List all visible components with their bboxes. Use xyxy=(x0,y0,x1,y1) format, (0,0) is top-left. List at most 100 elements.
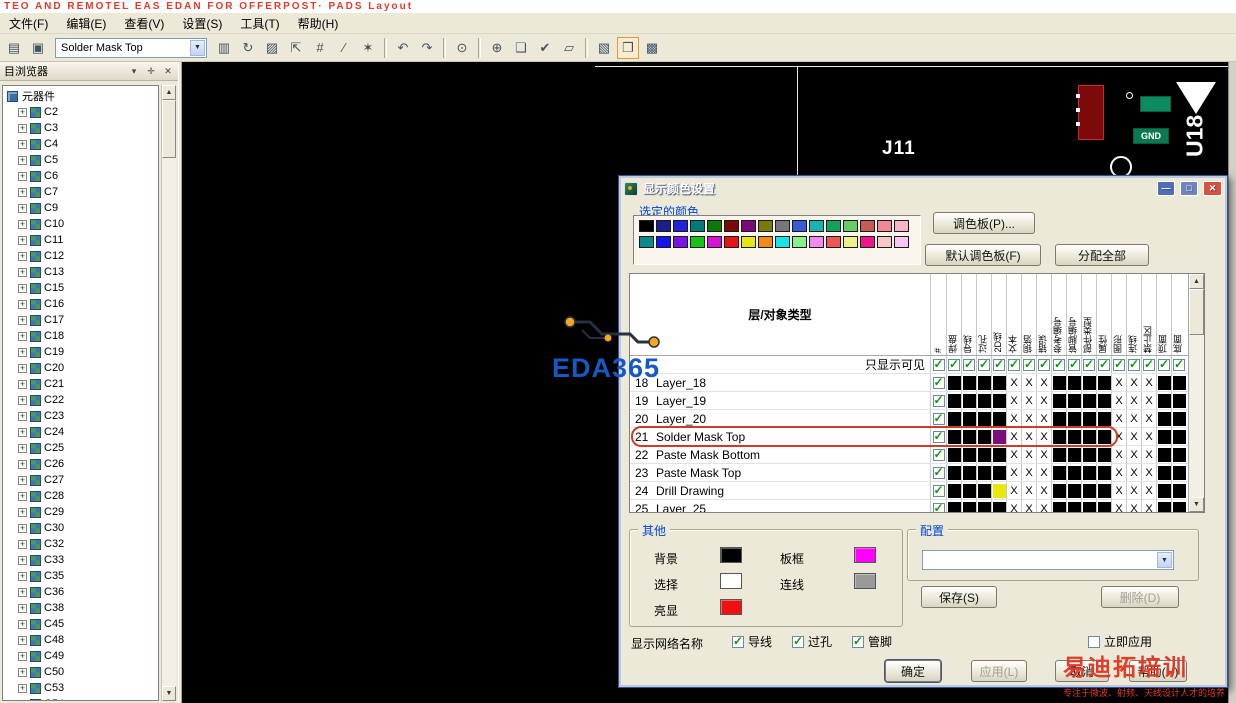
expand-icon[interactable]: + xyxy=(18,187,27,197)
palette-swatch[interactable] xyxy=(673,220,688,232)
tree-item[interactable]: + C53 xyxy=(3,680,158,696)
layer-color-cell[interactable]: X xyxy=(1006,464,1021,481)
layer-color-cell[interactable] xyxy=(1051,464,1066,481)
tree-item[interactable]: + C45 xyxy=(3,616,158,632)
layer-visibility-checkbox[interactable] xyxy=(932,375,945,389)
palette-swatch[interactable] xyxy=(690,220,705,232)
layer-color-cell[interactable] xyxy=(1096,446,1111,463)
chevron-down-icon[interactable]: ▾ xyxy=(128,66,140,77)
layer-color-cell[interactable]: X xyxy=(1126,446,1141,463)
palette-swatch[interactable] xyxy=(775,220,790,232)
visibility-checkbox[interactable] xyxy=(1098,357,1110,371)
minimize-button[interactable]: — xyxy=(1157,181,1175,196)
layer-color-cell[interactable] xyxy=(1171,482,1186,499)
tree-root-components[interactable]: 元器件 xyxy=(3,88,158,104)
net-vias-checkbox[interactable]: 过孔 xyxy=(792,633,832,650)
layer-color-cell[interactable] xyxy=(1081,500,1096,512)
menu-item[interactable]: 设置(S) xyxy=(173,13,231,34)
close-button[interactable]: ✕ xyxy=(1203,181,1222,196)
expand-icon[interactable]: + xyxy=(18,539,27,549)
palette-swatch[interactable] xyxy=(724,220,739,232)
expand-icon[interactable]: + xyxy=(18,571,27,581)
palette-swatch[interactable] xyxy=(758,220,773,232)
expand-icon[interactable]: + xyxy=(18,603,27,613)
layer-visibility-checkbox[interactable] xyxy=(932,393,945,407)
window-icon[interactable]: ▩ xyxy=(641,37,663,59)
new-file-icon[interactable]: ▤ xyxy=(3,37,25,59)
tree-item[interactable]: + C3 xyxy=(3,120,158,136)
expand-icon[interactable]: + xyxy=(18,507,27,517)
layer-color-cell[interactable] xyxy=(1156,464,1171,481)
visibility-checkbox[interactable] xyxy=(932,357,945,371)
zoom-area-icon[interactable]: ⊕ xyxy=(486,37,508,59)
layer-color-cell[interactable] xyxy=(976,392,991,409)
layer-color-cell[interactable] xyxy=(976,410,991,427)
tree-item[interactable]: + C30 xyxy=(3,520,158,536)
redo-icon[interactable]: ↷ xyxy=(416,37,438,59)
help-button[interactable]: 帮助(H) xyxy=(1129,660,1187,682)
expand-icon[interactable]: + xyxy=(18,395,27,405)
table-scrollbar[interactable]: ▲ ▼ xyxy=(1188,274,1204,512)
layer-color-cell[interactable]: X xyxy=(1111,410,1126,427)
layer-color-cell[interactable]: X xyxy=(1111,392,1126,409)
tree-item[interactable]: + C24 xyxy=(3,424,158,440)
tree-item[interactable]: + C35 xyxy=(3,568,158,584)
burst-icon[interactable]: ✶ xyxy=(357,37,379,59)
expand-icon[interactable]: + xyxy=(18,459,27,469)
visibility-checkbox[interactable] xyxy=(1083,357,1095,371)
layer-color-cell[interactable] xyxy=(1096,464,1111,481)
layer-color-cell[interactable] xyxy=(946,464,961,481)
expand-icon[interactable]: + xyxy=(18,299,27,309)
layer-color-cell[interactable]: X xyxy=(1036,464,1051,481)
layer-color-cell[interactable] xyxy=(1066,482,1081,499)
layer-color-cell[interactable] xyxy=(1156,392,1171,409)
net-pins-checkbox[interactable]: 管脚 xyxy=(852,633,892,650)
combobox-dropdown-icon[interactable]: ▼ xyxy=(190,39,205,56)
board-icon[interactable]: ▥ xyxy=(213,37,235,59)
tree-item[interactable]: + C6 xyxy=(3,168,158,184)
palette-swatch[interactable] xyxy=(690,236,705,248)
layer-color-cell[interactable] xyxy=(991,392,1006,409)
tree-item[interactable]: + C38 xyxy=(3,600,158,616)
tree-item[interactable]: + C7 xyxy=(3,184,158,200)
layer-color-cell[interactable]: X xyxy=(1021,482,1036,499)
tree-item[interactable]: + C27 xyxy=(3,472,158,488)
layer-color-cell[interactable] xyxy=(1156,446,1171,463)
layer-color-cell[interactable]: X xyxy=(1006,428,1021,445)
palette-swatch[interactable] xyxy=(877,236,892,248)
layer-color-cell[interactable]: X xyxy=(1126,482,1141,499)
layer-color-cell[interactable] xyxy=(1096,374,1111,391)
component-red[interactable] xyxy=(1076,85,1104,140)
layer-color-cell[interactable]: X xyxy=(1036,446,1051,463)
tree-item[interactable]: + C12 xyxy=(3,248,158,264)
expand-icon[interactable]: + xyxy=(18,683,27,693)
dimension-icon[interactable]: ⇱ xyxy=(285,37,307,59)
layer-color-cell[interactable] xyxy=(1081,446,1096,463)
layer-color-cell[interactable] xyxy=(1051,392,1066,409)
layer-color-cell[interactable] xyxy=(1066,392,1081,409)
board-outline-color-swatch[interactable] xyxy=(854,547,876,563)
palette-swatch[interactable] xyxy=(758,236,773,248)
layer-color-cell[interactable] xyxy=(1096,428,1111,445)
layer-color-cell[interactable]: X xyxy=(1021,374,1036,391)
palette-swatch[interactable] xyxy=(792,236,807,248)
layer-color-cell[interactable] xyxy=(1171,374,1186,391)
expand-icon[interactable]: + xyxy=(18,635,27,645)
tree-item[interactable]: + C36 xyxy=(3,584,158,600)
visibility-checkbox[interactable] xyxy=(1053,357,1065,371)
net-traces-checkbox[interactable]: 导线 xyxy=(732,633,772,650)
visibility-checkbox[interactable] xyxy=(1023,357,1035,371)
canvas-vertical-scrollbar[interactable] xyxy=(1228,62,1236,703)
layer-color-cell[interactable] xyxy=(1081,428,1096,445)
visibility-checkbox[interactable] xyxy=(963,357,975,371)
layer-color-cell[interactable] xyxy=(1156,500,1171,512)
expand-icon[interactable]: + xyxy=(18,411,27,421)
layer-color-cell[interactable]: X xyxy=(1126,428,1141,445)
palette-swatch[interactable] xyxy=(707,236,722,248)
layer-color-cell[interactable]: X xyxy=(1021,428,1036,445)
layer-color-cell[interactable] xyxy=(1081,482,1096,499)
scroll-down-icon[interactable]: ▼ xyxy=(162,686,176,701)
tree-item[interactable]: + C50 xyxy=(3,664,158,680)
layer-color-cell[interactable] xyxy=(961,464,976,481)
layer-color-cell[interactable] xyxy=(1051,374,1066,391)
